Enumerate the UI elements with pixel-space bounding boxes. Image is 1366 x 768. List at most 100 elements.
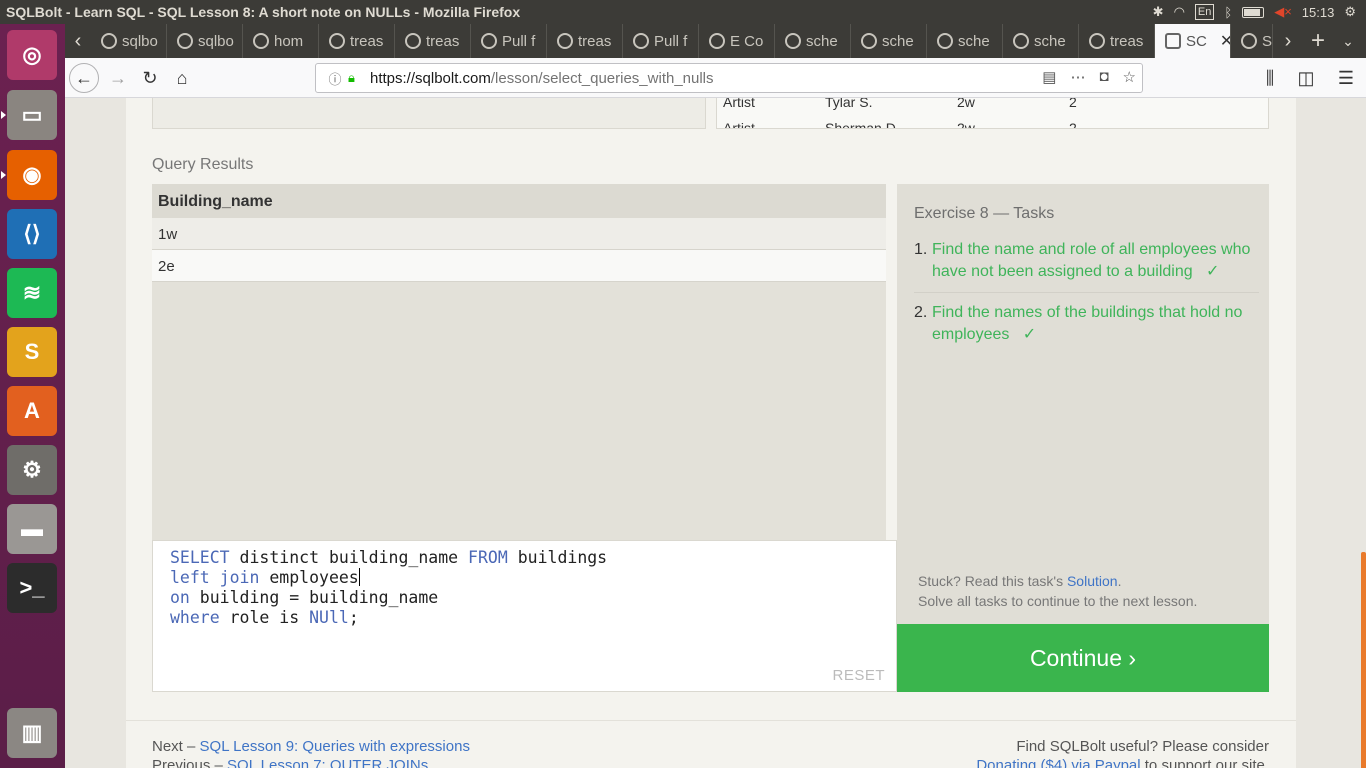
query-results-label: Query Results (152, 156, 254, 173)
tab-label: treas (1110, 32, 1144, 50)
launcher-disks-icon[interactable]: ▬ (7, 504, 57, 554)
task-number: 1. (914, 241, 928, 258)
tab[interactable]: E Co (699, 24, 775, 58)
lesson-content: Artist Tylar S. 2w 2 Artist Sherman D. 2… (126, 98, 1296, 768)
launcher-software-center-icon[interactable]: A (7, 386, 57, 436)
code-line[interactable]: left join employees (170, 568, 896, 588)
launcher-spotify-icon[interactable]: ≋ (7, 268, 57, 318)
bluetooth-icon[interactable]: ᛒ (1224, 5, 1232, 20)
tab-label: S (1262, 32, 1273, 50)
tab[interactable]: treas (547, 24, 623, 58)
tab-favicon-icon (861, 33, 877, 49)
tab-label: sche (1034, 32, 1066, 50)
task-item: 2. Find the names of the buildings that … (914, 302, 1259, 355)
tab[interactable]: S (1231, 24, 1273, 58)
task-number: 2. (914, 304, 928, 321)
tab[interactable]: treas (1079, 24, 1155, 58)
launcher-trash-icon[interactable]: ▥ (7, 708, 57, 758)
continue-button[interactable]: Continue › (897, 624, 1269, 692)
page-actions-icon[interactable]: ⋯ (1070, 68, 1085, 86)
tab-favicon-icon (785, 33, 801, 49)
tab[interactable]: sche (1003, 24, 1079, 58)
wifi-icon[interactable]: ◠ (1174, 4, 1185, 20)
reset-button[interactable]: RESET (832, 667, 885, 684)
table-cell: Artist (723, 98, 755, 110)
sidebar-icon[interactable]: ◫ (1291, 63, 1321, 93)
donate-prompt: Find SQLBolt useful? Please consider (1016, 738, 1269, 755)
home-icon[interactable]: ⌂ (167, 63, 197, 93)
library-icon[interactable]: ⫼ (1255, 63, 1285, 93)
launcher-system-settings-icon[interactable]: ⚙ (7, 445, 57, 495)
tab[interactable]: sqlbo (167, 24, 243, 58)
keyboard-layout-indicator[interactable]: En (1194, 4, 1215, 20)
tab[interactable]: Pull f (471, 24, 547, 58)
reload-icon[interactable]: ↻ (135, 63, 165, 93)
results-row: 1w (152, 218, 886, 250)
network-settings-icon[interactable]: ✱ (1153, 4, 1164, 20)
launcher-ubuntu-dash-icon[interactable]: ◎ (7, 30, 57, 80)
task-item: 1. Find the name and role of all employe… (914, 239, 1259, 293)
code-line[interactable]: on building = building_name (170, 588, 896, 608)
clock[interactable]: 15:13 (1302, 5, 1335, 20)
launcher-firefox-icon[interactable]: ◉ (1, 150, 57, 200)
employees-table: Artist Tylar S. 2w 2 Artist Sherman D. 2… (716, 98, 1269, 129)
solution-link[interactable]: Solution (1067, 573, 1118, 589)
page-scrollbar[interactable] (1361, 552, 1366, 768)
tab[interactable]: treas (319, 24, 395, 58)
task-complete-check-icon: ✓ (1022, 326, 1037, 343)
tab-label: sqlbo (122, 32, 158, 50)
tab-scroll-right-icon[interactable]: › (1275, 24, 1301, 58)
previous-lesson: Previous – SQL Lesson 7: OUTER JOINs (152, 757, 428, 768)
launcher-slack-icon[interactable]: S (7, 327, 57, 377)
task-complete-check-icon: ✓ (1206, 263, 1220, 280)
previous-query-panel (152, 98, 706, 129)
sql-editor[interactable]: SELECT distinct building_name FROM build… (152, 540, 897, 692)
forward-arrow-icon[interactable]: → (103, 63, 133, 93)
page-viewport: Artist Tylar S. 2w 2 Artist Sherman D. 2… (65, 98, 1366, 768)
tab[interactable]: hom (243, 24, 319, 58)
pocket-icon[interactable]: ◘ (1099, 68, 1108, 86)
url-bar[interactable]: ⓘ 🔒︎ https://sqlbolt.com/lesson/select_q… (315, 63, 1143, 93)
code-line[interactable]: SELECT distinct building_name FROM build… (170, 548, 896, 568)
tab-favicon-icon (1013, 33, 1029, 49)
text-cursor (358, 568, 361, 586)
close-tab-icon[interactable]: ✕ (1220, 31, 1230, 51)
url-host: https://sqlbolt.com (370, 69, 491, 87)
code-line[interactable]: where role is NUll; (170, 608, 896, 628)
window-title: SQLBolt - Learn SQL - SQL Lesson 8: A sh… (6, 4, 521, 20)
launcher-files-icon[interactable]: ▭ (1, 90, 57, 140)
tab-active[interactable]: SC ✕ (1155, 24, 1231, 58)
tasks-list: 1. Find the name and role of all employe… (914, 239, 1259, 364)
reader-view-icon[interactable]: ▤ (1042, 68, 1056, 86)
back-arrow-icon[interactable]: ← (69, 63, 99, 93)
tab[interactable]: treas (395, 24, 471, 58)
lock-icon: 🔒︎ (348, 70, 355, 85)
bookmark-star-icon[interactable]: ☆ (1123, 68, 1136, 86)
tab[interactable]: sche (851, 24, 927, 58)
tab-favicon-icon (177, 33, 193, 49)
tab-label: Pull f (502, 32, 536, 50)
system-tray: ✱ ◠ En ᛒ ◀× 15:13 ⚙ (1153, 0, 1356, 24)
battery-icon[interactable] (1242, 6, 1265, 18)
next-lesson-link[interactable]: SQL Lesson 9: Queries with expressions (200, 738, 470, 755)
new-tab-icon[interactable]: + (1305, 24, 1331, 58)
tab-label: hom (274, 32, 304, 50)
previous-lesson-link[interactable]: SQL Lesson 7: OUTER JOINs (227, 757, 428, 768)
tab[interactable]: sche (927, 24, 1003, 58)
tab[interactable]: sqlbo (91, 24, 167, 58)
tab-label: SC (1186, 32, 1207, 50)
tab-scroll-left-icon[interactable]: ‹ (65, 24, 91, 58)
launcher-terminal-icon[interactable]: >_ (7, 563, 57, 613)
tab-label: treas (578, 32, 612, 50)
menu-hamburger-icon[interactable]: ☰ (1331, 63, 1361, 93)
tab-favicon-icon (253, 33, 269, 49)
tab-list-chevron-down-icon[interactable]: ⌄ (1335, 24, 1361, 58)
power-gear-icon[interactable]: ⚙ (1344, 4, 1356, 20)
tab[interactable]: sche (775, 24, 851, 58)
donate-link[interactable]: Donating ($4) via Paypal (976, 757, 1140, 768)
tab[interactable]: Pull f (623, 24, 699, 58)
volume-muted-icon[interactable]: ◀× (1274, 4, 1292, 20)
site-info-icon[interactable]: ⓘ (322, 69, 348, 88)
tab-label: treas (350, 32, 384, 50)
launcher-vscode-icon[interactable]: ⟨⟩ (7, 209, 57, 259)
